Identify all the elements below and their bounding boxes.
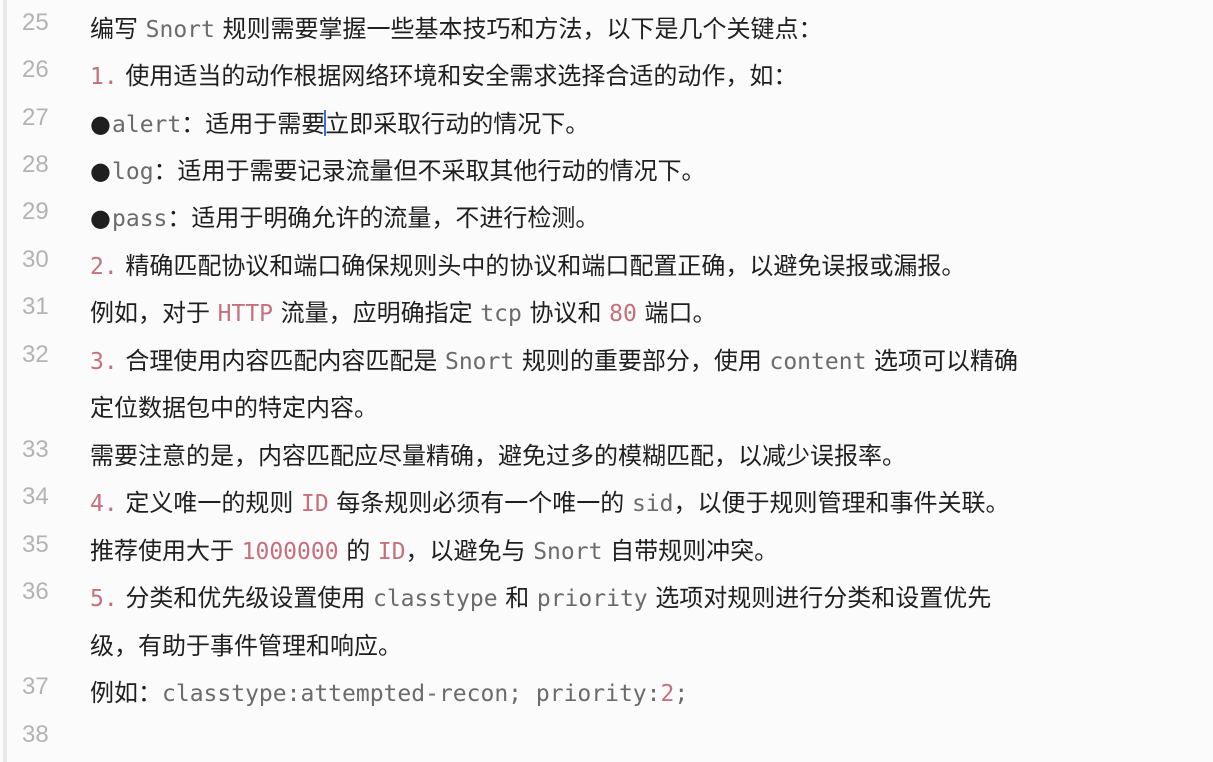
bullet-icon: ● xyxy=(90,110,111,138)
line-number: 37 xyxy=(22,673,49,700)
editor-line-wrap[interactable]: 定位数据包中的特定内容。 xyxy=(0,382,1213,429)
line-number: 28 xyxy=(22,151,49,178)
inline-code: log xyxy=(112,159,154,185)
line-text: 例如：classtype:attempted-recon; priority:2… xyxy=(90,679,689,707)
line-number: 26 xyxy=(22,56,49,83)
line-text: 编写 Snort 规则需要掌握一些基本技巧和方法，以下是几个关键点： xyxy=(90,15,823,43)
editor-line-wrap[interactable]: 级，有助于事件管理和响应。 xyxy=(0,620,1213,667)
editor-line[interactable]: 25 编写 Snort 规则需要掌握一些基本技巧和方法，以下是几个关键点： xyxy=(0,3,1213,50)
line-number: 27 xyxy=(22,104,49,131)
line-number: 30 xyxy=(22,246,49,273)
line-number: 32 xyxy=(22,341,49,368)
editor-line[interactable]: 35 推荐使用大于 1000000 的 ID，以避免与 Snort 自带规则冲突… xyxy=(0,525,1213,572)
inline-code: tcp xyxy=(480,301,522,327)
line-text: ●alert：适用于需要立即采取行动的情况下。 xyxy=(90,110,590,138)
bullet-icon: ● xyxy=(90,204,111,232)
editor-line[interactable]: 31 例如，对于 HTTP 流量，应明确指定 tcp 协议和 80 端口。 xyxy=(0,287,1213,334)
editor-line[interactable]: 37 例如：classtype:attempted-recon; priorit… xyxy=(0,667,1213,714)
highlight-token: 2 xyxy=(660,681,675,707)
highlight-token: 1000000 xyxy=(241,539,339,565)
list-marker: 5. xyxy=(90,586,118,612)
line-text: 4. 定义唯一的规则 ID 每条规则必须有一个唯一的 sid，以便于规则管理和事… xyxy=(90,489,1010,517)
inline-code: content xyxy=(769,349,867,375)
line-number: 31 xyxy=(22,293,49,320)
list-marker: 3. xyxy=(90,349,118,375)
inline-code: priority xyxy=(536,586,648,612)
line-number: 36 xyxy=(22,578,49,605)
line-text: 3. 合理使用内容匹配内容匹配是 Snort 规则的重要部分，使用 conten… xyxy=(90,347,1019,375)
line-number: 33 xyxy=(22,436,49,463)
inline-code: sid xyxy=(631,491,674,517)
line-number: 29 xyxy=(22,198,49,225)
inline-code: classtype:attempted-recon; priority: xyxy=(162,681,661,707)
editor-line[interactable]: 38 xyxy=(0,715,1213,762)
list-marker: 4. xyxy=(90,491,118,517)
highlight-token: ID xyxy=(300,491,329,517)
line-number: 35 xyxy=(22,531,49,558)
editor-line[interactable]: 29 ●pass：适用于明确允许的流量，不进行检测。 xyxy=(0,192,1213,239)
highlight-token: ID xyxy=(377,539,406,565)
editor-line[interactable]: 34 4. 定义唯一的规则 ID 每条规则必须有一个唯一的 sid，以便于规则管… xyxy=(0,477,1213,524)
text-editor[interactable]: 25 编写 Snort 规则需要掌握一些基本技巧和方法，以下是几个关键点： 26… xyxy=(0,0,1213,762)
editor-line[interactable]: 36 5. 分类和优先级设置使用 classtype 和 priority 选项… xyxy=(0,572,1213,619)
highlight-token: 80 xyxy=(609,301,637,327)
inline-code: Snort xyxy=(533,539,603,565)
inline-code: Snort xyxy=(444,349,515,375)
inline-code: ; xyxy=(674,681,689,707)
editor-line[interactable]: 26 1. 使用适当的动作根据网络环境和安全需求选择合适的动作，如： xyxy=(0,50,1213,97)
editor-line[interactable]: 33 需要注意的是，内容匹配应尽量精确，避免过多的模糊匹配，以减少误报率。 xyxy=(0,430,1213,477)
line-number: 38 xyxy=(22,721,49,748)
line-number: 34 xyxy=(22,483,49,510)
highlight-token: HTTP xyxy=(217,301,274,327)
list-marker: 1. xyxy=(90,64,118,90)
line-text: 推荐使用大于 1000000 的 ID，以避免与 Snort 自带规则冲突。 xyxy=(90,537,779,565)
line-text: 1. 使用适当的动作根据网络环境和安全需求选择合适的动作，如： xyxy=(90,62,798,90)
inline-code: classtype xyxy=(372,586,498,612)
line-text-wrapped: 定位数据包中的特定内容。 xyxy=(90,394,378,422)
editor-line[interactable]: 30 2. 精确匹配协议和端口确保规则头中的协议和端口配置正确，以避免误报或漏报… xyxy=(0,240,1213,287)
line-text: 例如，对于 HTTP 流量，应明确指定 tcp 协议和 80 端口。 xyxy=(90,299,717,327)
list-marker: 2. xyxy=(90,254,118,280)
editor-line[interactable]: 32 3. 合理使用内容匹配内容匹配是 Snort 规则的重要部分，使用 con… xyxy=(0,335,1213,382)
line-text: ●log：适用于需要记录流量但不采取其他行动的情况下。 xyxy=(90,157,706,185)
inline-code: Snort xyxy=(145,17,215,43)
editor-line[interactable]: 27 ●alert：适用于需要立即采取行动的情况下。 xyxy=(0,98,1213,145)
line-text: ●pass：适用于明确允许的流量，不进行检测。 xyxy=(90,204,600,232)
line-text-wrapped: 级，有助于事件管理和响应。 xyxy=(90,632,402,660)
editor-line[interactable]: 28 ●log：适用于需要记录流量但不采取其他行动的情况下。 xyxy=(0,145,1213,192)
line-text: 2. 精确匹配协议和端口确保规则头中的协议和端口配置正确，以避免误报或漏报。 xyxy=(90,252,966,280)
bullet-icon: ● xyxy=(90,157,111,185)
inline-code: pass xyxy=(112,206,168,232)
line-text: 5. 分类和优先级设置使用 classtype 和 priority 选项对规则… xyxy=(90,584,992,612)
line-text: 需要注意的是，内容匹配应尽量精确，避免过多的模糊匹配，以减少误报率。 xyxy=(90,442,906,470)
line-number: 25 xyxy=(22,9,49,36)
inline-code: alert xyxy=(112,112,182,138)
